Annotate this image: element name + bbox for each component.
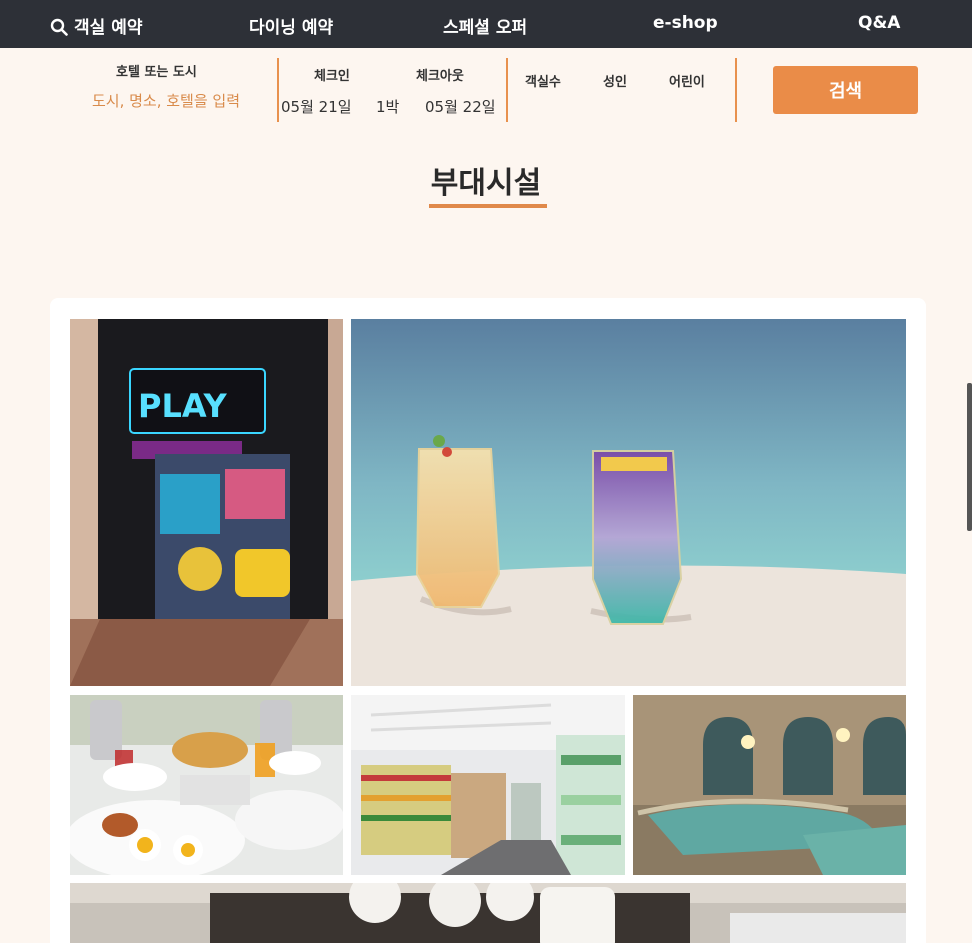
svg-text:PLAY: PLAY (138, 387, 228, 425)
facilities-gallery: PLAY (50, 298, 926, 943)
scrollbar[interactable] (967, 383, 972, 531)
breakfast-photo[interactable] (70, 695, 343, 875)
divider (735, 58, 737, 122)
rooms-selector[interactable]: 객실수 (525, 71, 561, 90)
nav-special-offer[interactable]: 스페셜 오퍼 (443, 13, 527, 38)
top-navigation: 객실 예약 다이닝 예약 스페셜 오퍼 e-shop Q&A (0, 0, 972, 48)
adults-selector[interactable]: 성인 (603, 71, 627, 90)
nav-room-booking[interactable]: 객실 예약 (50, 13, 142, 38)
spa-pool-photo[interactable] (633, 695, 906, 875)
checkin-label: 체크인 (314, 69, 350, 84)
convenience-store-photo[interactable] (351, 695, 625, 875)
nav-eshop[interactable]: e-shop (653, 13, 718, 33)
city-search-input[interactable] (78, 88, 254, 114)
divider (277, 58, 279, 122)
nav-room-booking-label: 객실 예약 (74, 18, 143, 38)
title-underline (429, 204, 547, 208)
cafe-photo[interactable] (70, 883, 906, 943)
cocktails-photo[interactable] (351, 319, 906, 686)
nav-dining-booking[interactable]: 다이닝 예약 (249, 13, 333, 38)
booking-search-panel: 호텔 또는 도시 체크인 체크아웃 05월 21일 1박 05월 22일 객실수… (0, 48, 972, 136)
divider (506, 58, 508, 122)
nights-count: 1박 (376, 98, 400, 116)
search-button[interactable]: 검색 (773, 66, 918, 114)
nav-qna[interactable]: Q&A (858, 13, 900, 33)
search-icon (50, 18, 68, 36)
checkout-label: 체크아웃 (416, 69, 464, 84)
children-selector[interactable]: 어린이 (669, 71, 705, 90)
play-zone-photo[interactable]: PLAY (70, 319, 343, 686)
checkout-date[interactable]: 05월 22일 (425, 96, 496, 117)
section-title: 부대시설 (430, 166, 542, 201)
city-label: 호텔 또는 도시 (116, 65, 197, 80)
checkin-date[interactable]: 05월 21일 (281, 96, 352, 117)
